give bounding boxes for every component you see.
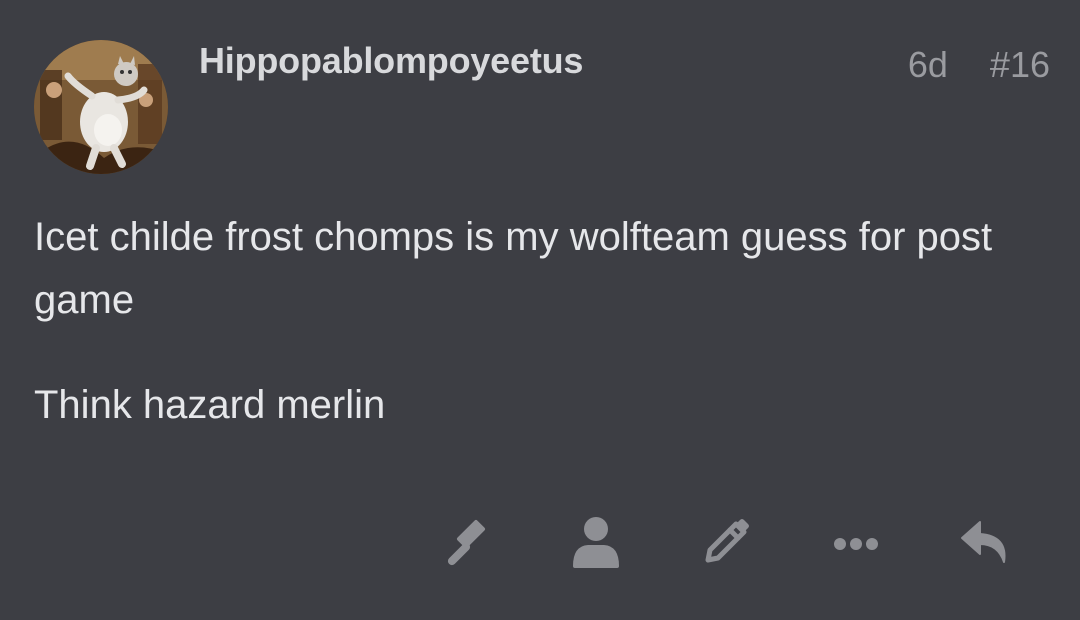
avatar-image — [34, 40, 168, 174]
post-number[interactable]: #16 — [990, 44, 1050, 86]
post-paragraph: Think hazard merlin — [34, 383, 386, 427]
reply-button[interactable] — [954, 510, 1018, 574]
ellipsis-icon — [834, 538, 878, 550]
user-profile-button[interactable] — [564, 510, 628, 574]
gavel-icon — [447, 519, 486, 566]
post-actions — [0, 510, 1080, 574]
username[interactable]: Hippopablompoyeetus — [199, 40, 583, 82]
user-avatar[interactable] — [34, 40, 168, 174]
post-paragraph: Icet childe frost chomps is my wolfteam … — [34, 215, 993, 322]
user-icon — [573, 517, 619, 568]
reply-icon — [961, 521, 1006, 563]
post-meta: 6d #16 — [908, 44, 1050, 86]
edit-button[interactable] — [694, 510, 758, 574]
more-options-button[interactable] — [824, 510, 888, 574]
post-age[interactable]: 6d — [908, 44, 948, 86]
pencil-icon — [705, 519, 749, 563]
post: Hippopablompoyeetus 6d #16 Icet childe f… — [0, 0, 1080, 620]
post-body: Icet childe frost chomps is my wolfteam … — [34, 206, 1044, 479]
gavel-button[interactable] — [434, 510, 498, 574]
